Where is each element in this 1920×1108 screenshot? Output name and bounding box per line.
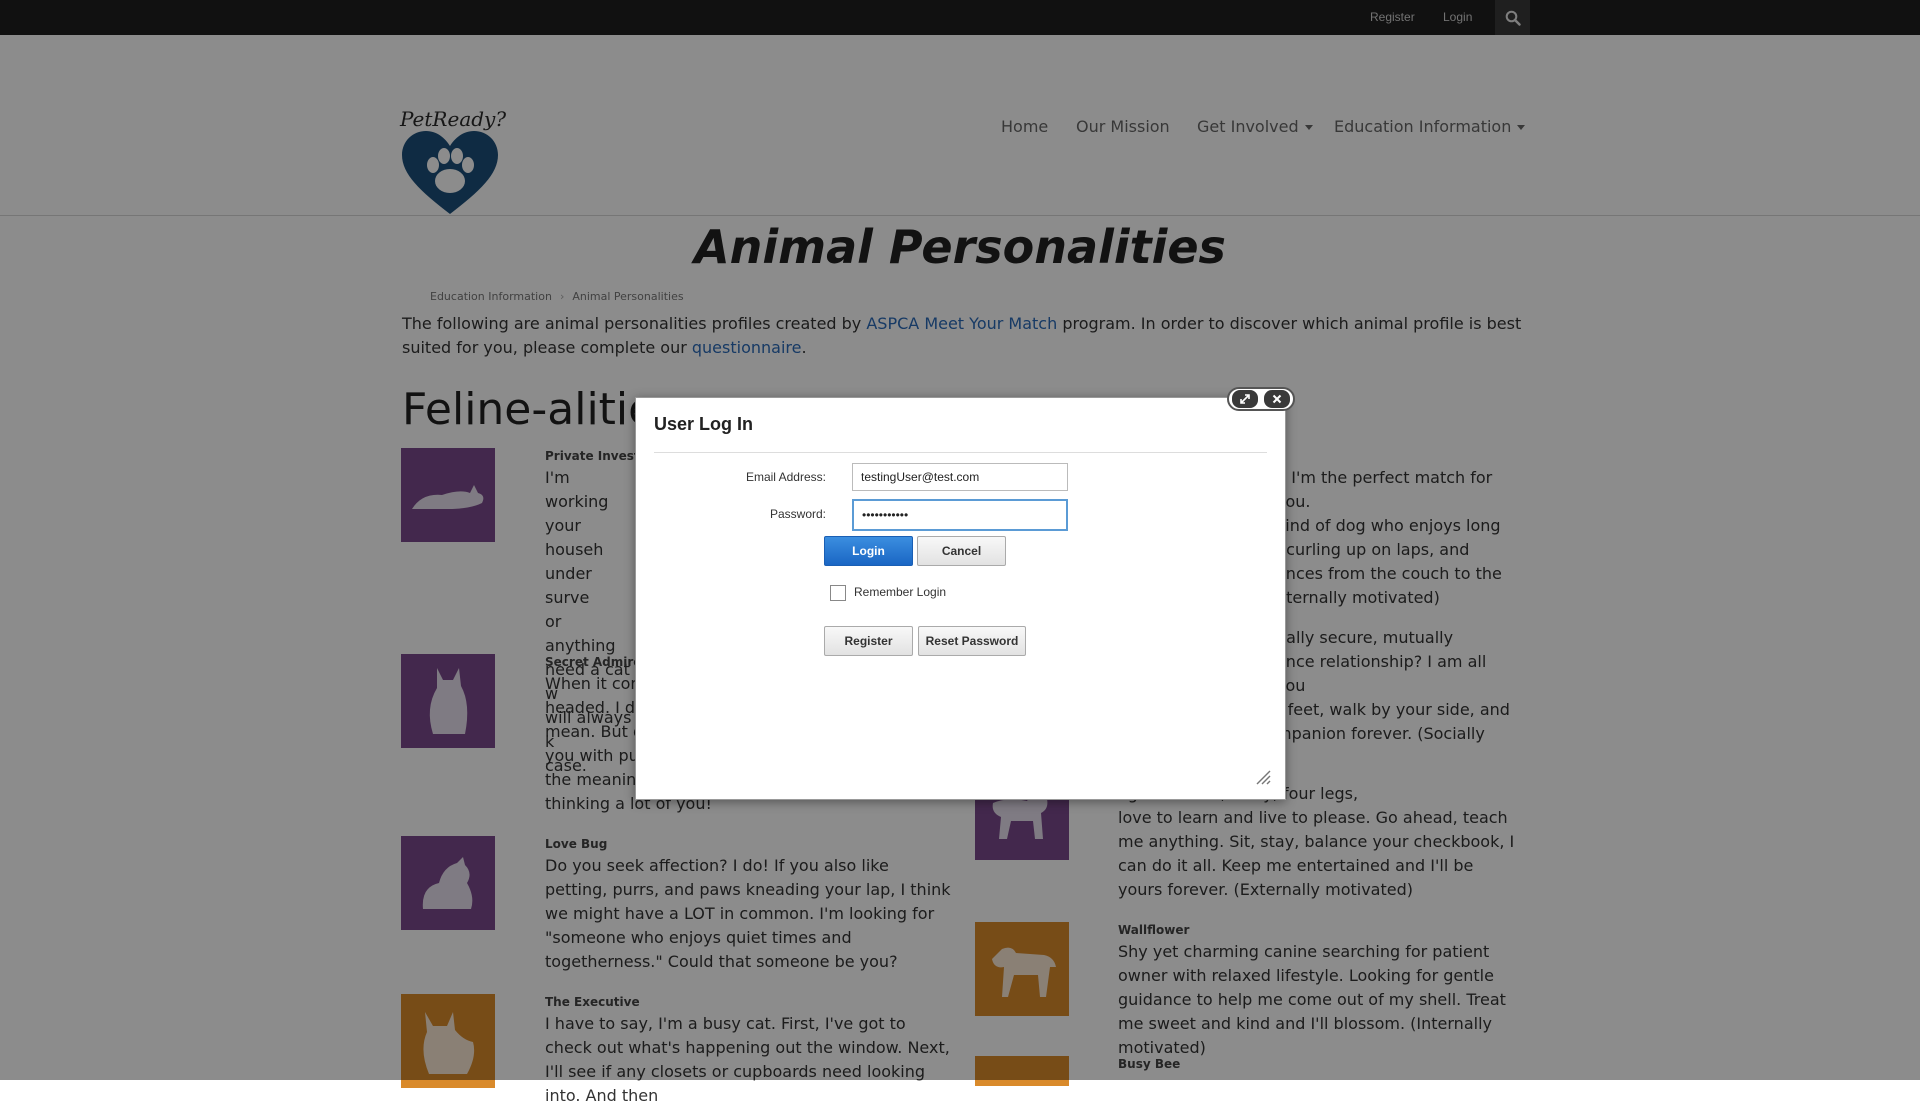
close-button[interactable] (1264, 390, 1290, 408)
maximize-button[interactable] (1232, 390, 1258, 408)
email-label: Email Address: (745, 470, 826, 484)
password-field[interactable] (852, 499, 1068, 531)
close-icon (1272, 394, 1282, 404)
password-label: Password: (769, 507, 826, 521)
dialog-divider (654, 452, 1267, 453)
expand-icon (1240, 394, 1250, 404)
remember-login-label[interactable]: Remember Login (854, 585, 946, 599)
cancel-button[interactable]: Cancel (917, 536, 1006, 566)
email-field[interactable] (852, 463, 1068, 491)
register-button[interactable]: Register (824, 626, 913, 656)
login-button[interactable]: Login (824, 536, 913, 566)
reset-password-button[interactable]: Reset Password (918, 626, 1026, 656)
remember-login-checkbox[interactable] (830, 585, 846, 601)
login-dialog: User Log In Email Address: Password: Log… (635, 397, 1286, 800)
dialog-window-controls (1227, 387, 1295, 411)
resize-handle-icon[interactable] (1253, 767, 1271, 785)
dialog-title: User Log In (654, 414, 754, 434)
